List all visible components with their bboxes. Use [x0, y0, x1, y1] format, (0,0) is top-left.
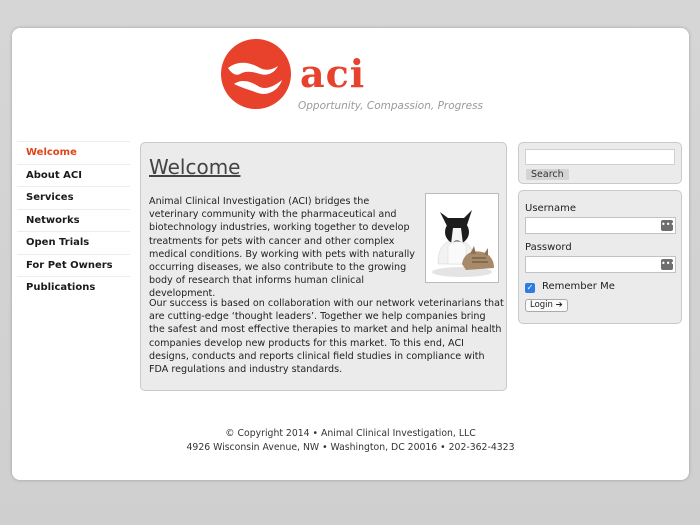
- dog-and-cat-image: [432, 210, 494, 277]
- password-manager-icon[interactable]: •••: [661, 220, 675, 231]
- login-button[interactable]: Login ➔: [525, 299, 568, 312]
- main-content-panel: Welcome Animal Clinical Investigation (A…: [140, 142, 507, 391]
- username-label: Username: [525, 203, 576, 214]
- search-input[interactable]: [525, 149, 675, 165]
- address-text: 4926 Wisconsin Avenue, NW • Washington, …: [186, 442, 515, 453]
- copyright-text: © Copyright 2014 • Animal Clinical Inves…: [225, 428, 476, 439]
- collaboration-paragraph: Our success is based on collaboration wi…: [149, 298, 504, 376]
- username-field[interactable]: •••: [525, 217, 676, 234]
- logo-tagline: Opportunity, Compassion, Progress: [298, 100, 484, 112]
- search-button[interactable]: Search: [526, 169, 569, 180]
- remember-me-checkbox[interactable]: ✓: [525, 283, 535, 293]
- remember-me-label: Remember Me: [542, 281, 615, 292]
- page-title: Welcome: [149, 155, 241, 179]
- aci-logo[interactable]: aci Opportunity, Compassion, Progress: [220, 38, 484, 118]
- nav-item-publications[interactable]: Publications: [17, 276, 130, 299]
- nav-item-services[interactable]: Services: [17, 186, 130, 209]
- nav-item-welcome[interactable]: Welcome: [17, 141, 130, 164]
- footer: © Copyright 2014 • Animal Clinical Inves…: [12, 427, 689, 455]
- hands-logo-icon: [221, 39, 291, 109]
- dog-and-cat-photo: [425, 193, 499, 283]
- nav-item-open-trials[interactable]: Open Trials: [17, 231, 130, 254]
- password-field[interactable]: •••: [525, 256, 676, 273]
- page-container: aci Opportunity, Compassion, Progress We…: [12, 28, 689, 480]
- logo-wordmark: aci: [300, 51, 366, 96]
- sidebar-nav: Welcome About ACI Services Networks Open…: [17, 141, 130, 299]
- nav-item-networks[interactable]: Networks: [17, 208, 130, 232]
- intro-paragraph: Animal Clinical Investigation (ACI) brid…: [149, 196, 415, 300]
- nav-item-about-aci[interactable]: About ACI: [17, 163, 130, 187]
- login-panel: Username ••• Password ••• ✓ Remember Me …: [518, 190, 682, 324]
- password-label: Password: [525, 242, 572, 253]
- search-panel: Search: [518, 142, 682, 184]
- nav-item-for-pet-owners[interactable]: For Pet Owners: [17, 253, 130, 277]
- password-manager-icon[interactable]: •••: [661, 259, 675, 270]
